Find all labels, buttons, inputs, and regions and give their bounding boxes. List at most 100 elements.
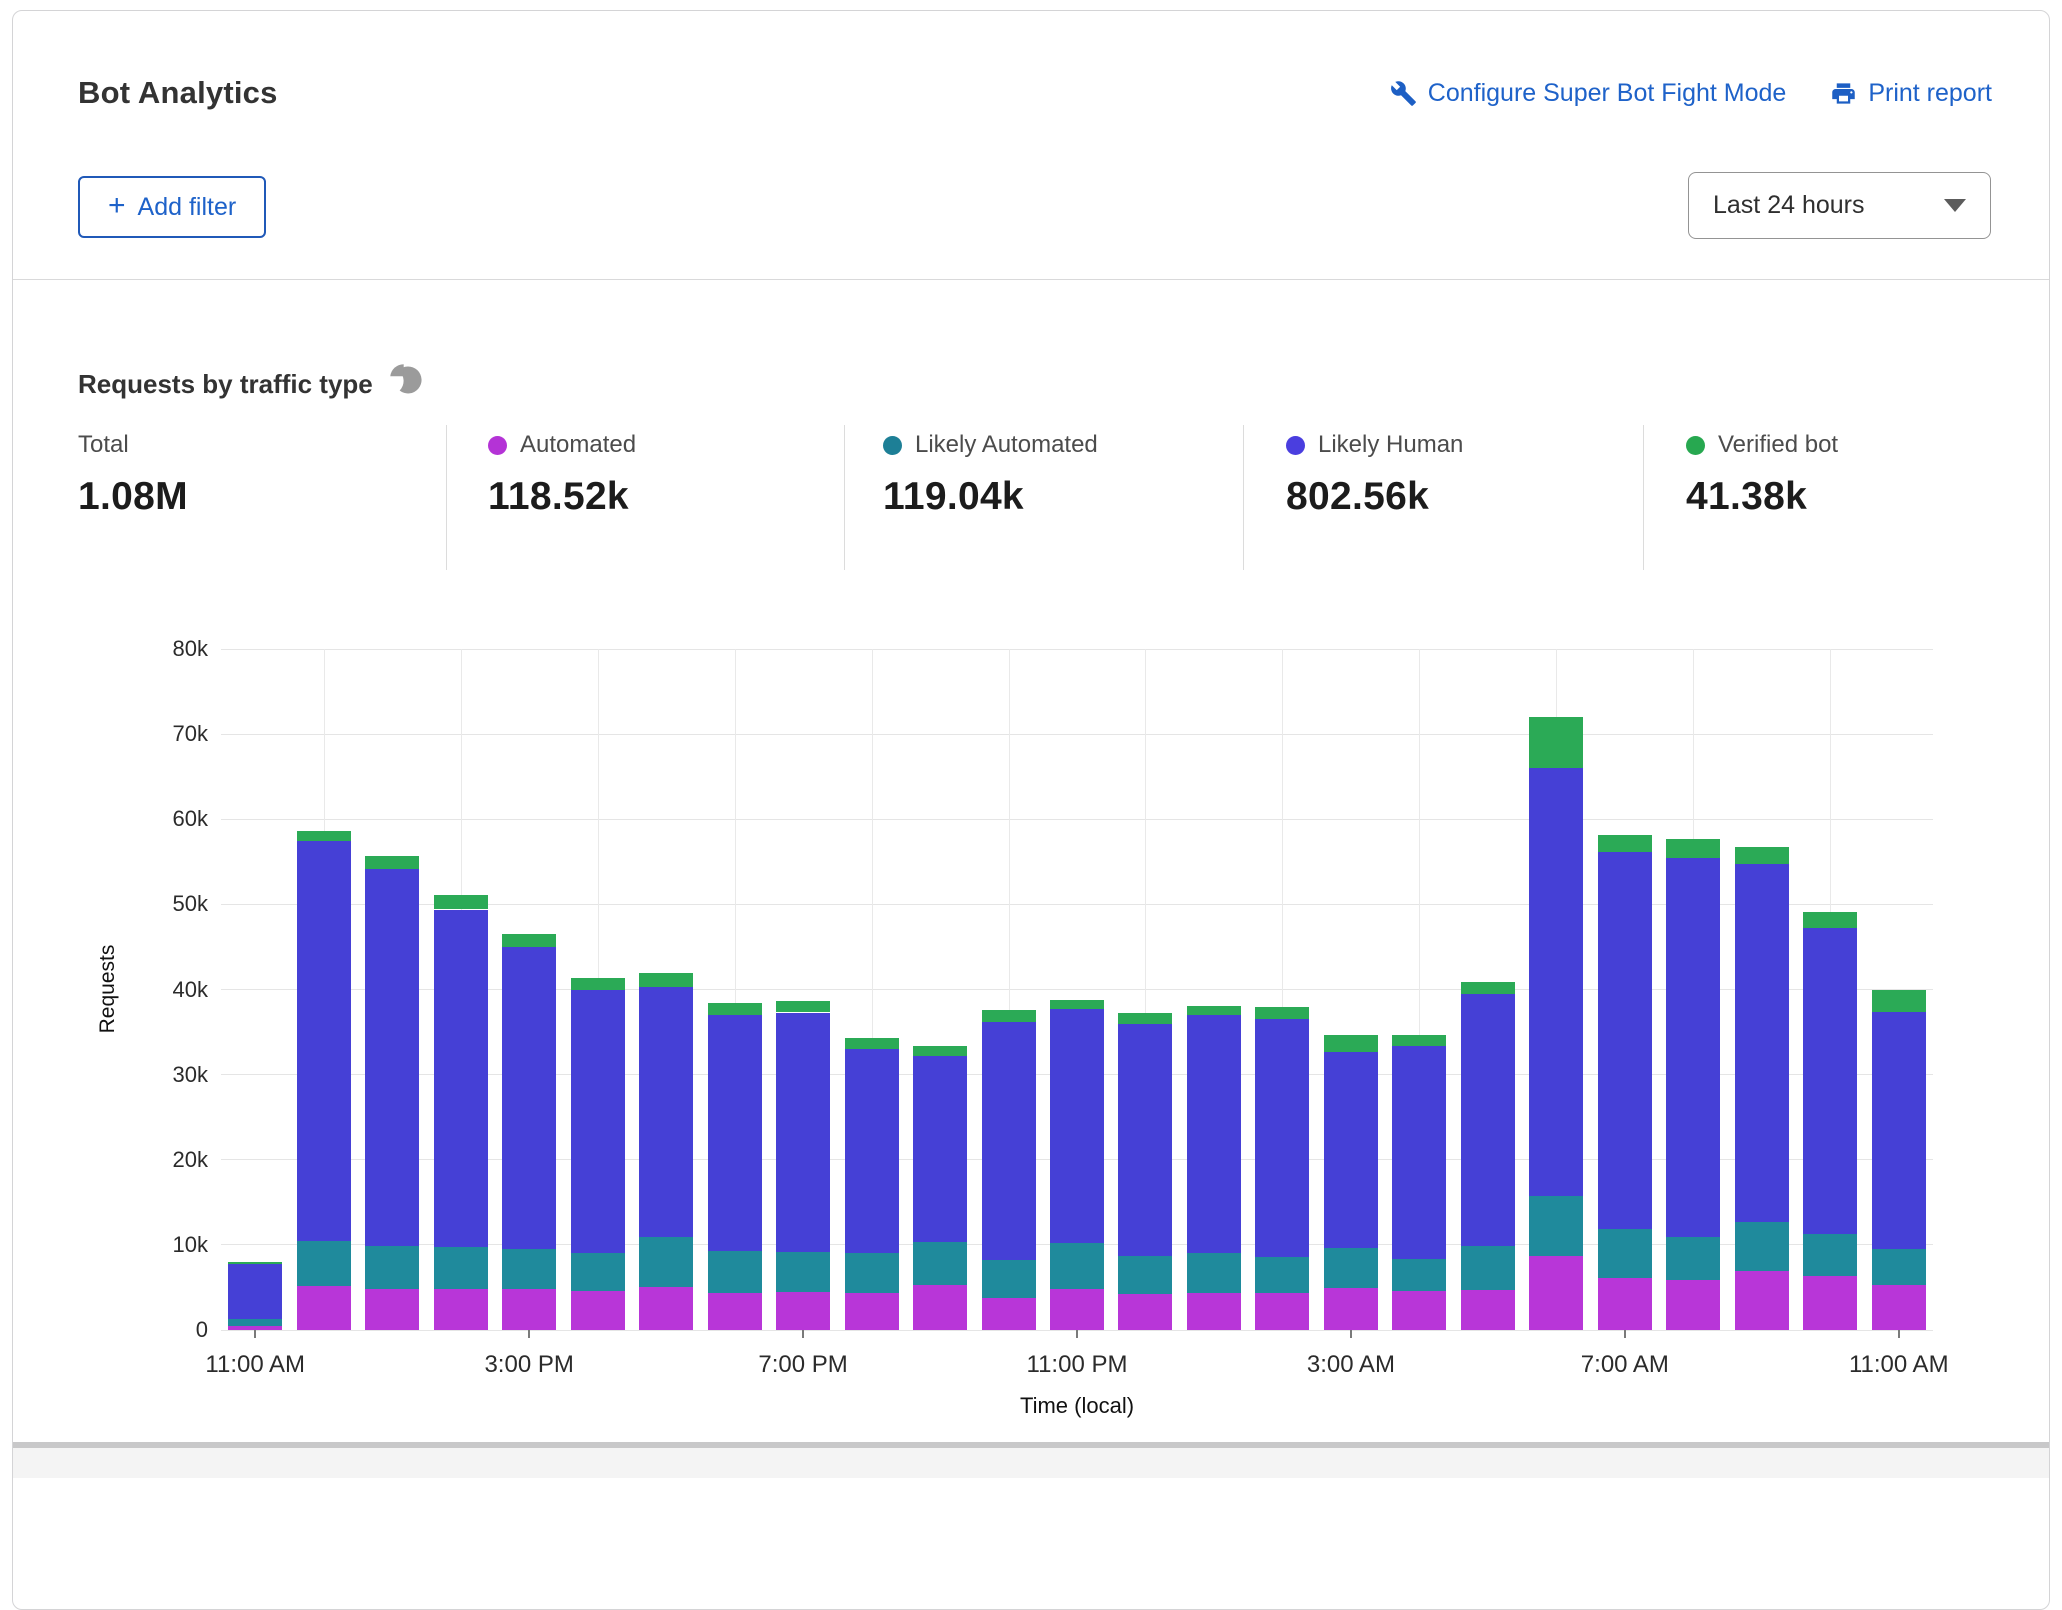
x-tick-label: 7:00 PM [693, 1351, 913, 1379]
bar-8-00-pm[interactable] [845, 649, 899, 1330]
bar-segment-likely-automated [639, 1237, 693, 1287]
bar-segment-automated [1461, 1290, 1515, 1330]
bar-segment-likely-human [708, 1015, 762, 1251]
stat-automated[interactable]: Automated 118.52k [488, 431, 636, 519]
bar-segment-verified-bot [1392, 1035, 1446, 1046]
bar-segment-likely-human [297, 841, 351, 1240]
stat-likely-automated[interactable]: Likely Automated 119.04k [883, 431, 1098, 519]
bar-segment-likely-human [1392, 1046, 1446, 1260]
bar-segment-verified-bot [502, 934, 556, 947]
bar-segment-likely-human [776, 1013, 830, 1252]
bar-segment-likely-human [1803, 928, 1857, 1234]
bar-11-00-am[interactable] [228, 649, 282, 1330]
y-tick-label: 40k [103, 977, 208, 1003]
stat-divider [1243, 425, 1244, 570]
printer-icon [1830, 80, 1857, 107]
bar-segment-automated [1598, 1278, 1652, 1330]
bar-segment-verified-bot [845, 1038, 899, 1049]
bar-11-00-pm[interactable] [1050, 649, 1104, 1330]
bar-7-00-pm[interactable] [776, 649, 830, 1330]
bar-segment-likely-automated [708, 1251, 762, 1294]
bar-segment-likely-human [1187, 1015, 1241, 1253]
page-title: Bot Analytics [78, 75, 278, 111]
stat-divider [844, 425, 845, 570]
bar-segment-likely-human [1735, 864, 1789, 1222]
stat-total[interactable]: Total 1.08M [78, 431, 188, 519]
bar-3-00-pm[interactable] [502, 649, 556, 1330]
bar-segment-likely-automated [1050, 1243, 1104, 1289]
stat-automated-value: 118.52k [488, 475, 636, 519]
bar-segment-likely-human [1598, 852, 1652, 1228]
configure-super-bot-fight-mode-link[interactable]: Configure Super Bot Fight Mode [1390, 79, 1787, 108]
stat-likely-automated-value: 119.04k [883, 475, 1098, 519]
bar-segment-likely-automated [982, 1260, 1036, 1297]
configure-link-label: Configure Super Bot Fight Mode [1428, 79, 1787, 108]
bar-5-00-am[interactable] [1461, 649, 1515, 1330]
bar-9-00-am[interactable] [1735, 649, 1789, 1330]
bar-3-00-am[interactable] [1324, 649, 1378, 1330]
x-tick-mark [528, 1330, 530, 1338]
bar-segment-likely-human [1461, 994, 1515, 1246]
bar-segment-verified-bot [639, 973, 693, 987]
x-tick-label: 11:00 AM [1789, 1351, 2009, 1379]
stat-likely-human[interactable]: Likely Human 802.56k [1286, 431, 1463, 519]
bar-4-00-am[interactable] [1392, 649, 1446, 1330]
bar-segment-automated [1187, 1293, 1241, 1330]
x-axis-labels: 11:00 AM3:00 PM7:00 PM11:00 PM3:00 AM7:0… [221, 1351, 1933, 1385]
bar-segment-likely-automated [502, 1249, 556, 1289]
plus-icon: + [108, 191, 126, 221]
bar-segment-verified-bot [297, 831, 351, 841]
bar-segment-automated [502, 1289, 556, 1330]
bar-10-00-am[interactable] [1803, 649, 1857, 1330]
plot-area [221, 649, 1933, 1330]
bar-segment-likely-automated [1735, 1222, 1789, 1271]
bar-12-00-am[interactable] [1118, 649, 1172, 1330]
y-tick-label: 60k [103, 806, 208, 832]
bar-7-00-am[interactable] [1598, 649, 1652, 1330]
bar-segment-verified-bot [1255, 1007, 1309, 1020]
pie-chart-icon [389, 363, 425, 406]
add-filter-label: Add filter [138, 193, 237, 222]
bar-segment-likely-automated [1118, 1256, 1172, 1294]
bar-8-00-am[interactable] [1666, 649, 1720, 1330]
bar-segment-verified-bot [365, 856, 419, 870]
bar-segment-likely-automated [1255, 1257, 1309, 1293]
bar-segment-likely-human [913, 1056, 967, 1242]
bar-segment-automated [913, 1285, 967, 1330]
bar-10-00-pm[interactable] [982, 649, 1036, 1330]
bar-1-00-pm[interactable] [365, 649, 419, 1330]
bar-12-00-pm[interactable] [297, 649, 351, 1330]
bar-2-00-am[interactable] [1255, 649, 1309, 1330]
y-tick-label: 30k [103, 1062, 208, 1088]
x-tick-mark [1350, 1330, 1352, 1338]
bar-segment-likely-human [365, 869, 419, 1245]
add-filter-button[interactable]: + Add filter [78, 176, 266, 238]
bar-segment-automated [1255, 1293, 1309, 1330]
time-range-value: Last 24 hours [1713, 191, 1865, 220]
bar-segment-automated [1324, 1288, 1378, 1330]
wrench-icon [1390, 80, 1417, 107]
bar-segment-automated [982, 1298, 1036, 1330]
bar-5-00-pm[interactable] [639, 649, 693, 1330]
print-report-link[interactable]: Print report [1830, 79, 1992, 108]
bar-9-00-pm[interactable] [913, 649, 967, 1330]
stat-verified-bot[interactable]: Verified bot 41.38k [1686, 431, 1838, 519]
bar-segment-likely-human [1324, 1052, 1378, 1249]
bar-11-00-am[interactable] [1872, 649, 1926, 1330]
bar-segment-likely-human [1666, 858, 1720, 1238]
x-tick-label: 7:00 AM [1515, 1351, 1735, 1379]
bar-segment-verified-bot [1324, 1035, 1378, 1051]
bar-segment-automated [365, 1289, 419, 1330]
automated-legend-dot [488, 436, 507, 455]
bar-segment-automated [297, 1286, 351, 1330]
time-range-select[interactable]: Last 24 hours [1688, 172, 1991, 239]
bar-2-00-pm[interactable] [434, 649, 488, 1330]
bar-segment-likely-automated [1187, 1253, 1241, 1292]
bar-6-00-pm[interactable] [708, 649, 762, 1330]
bar-segment-verified-bot [913, 1046, 967, 1056]
bar-1-00-am[interactable] [1187, 649, 1241, 1330]
bar-4-00-pm[interactable] [571, 649, 625, 1330]
y-tick-label: 80k [103, 636, 208, 662]
bar-6-00-am[interactable] [1529, 649, 1583, 1330]
section-title-label: Requests by traffic type [78, 369, 373, 400]
